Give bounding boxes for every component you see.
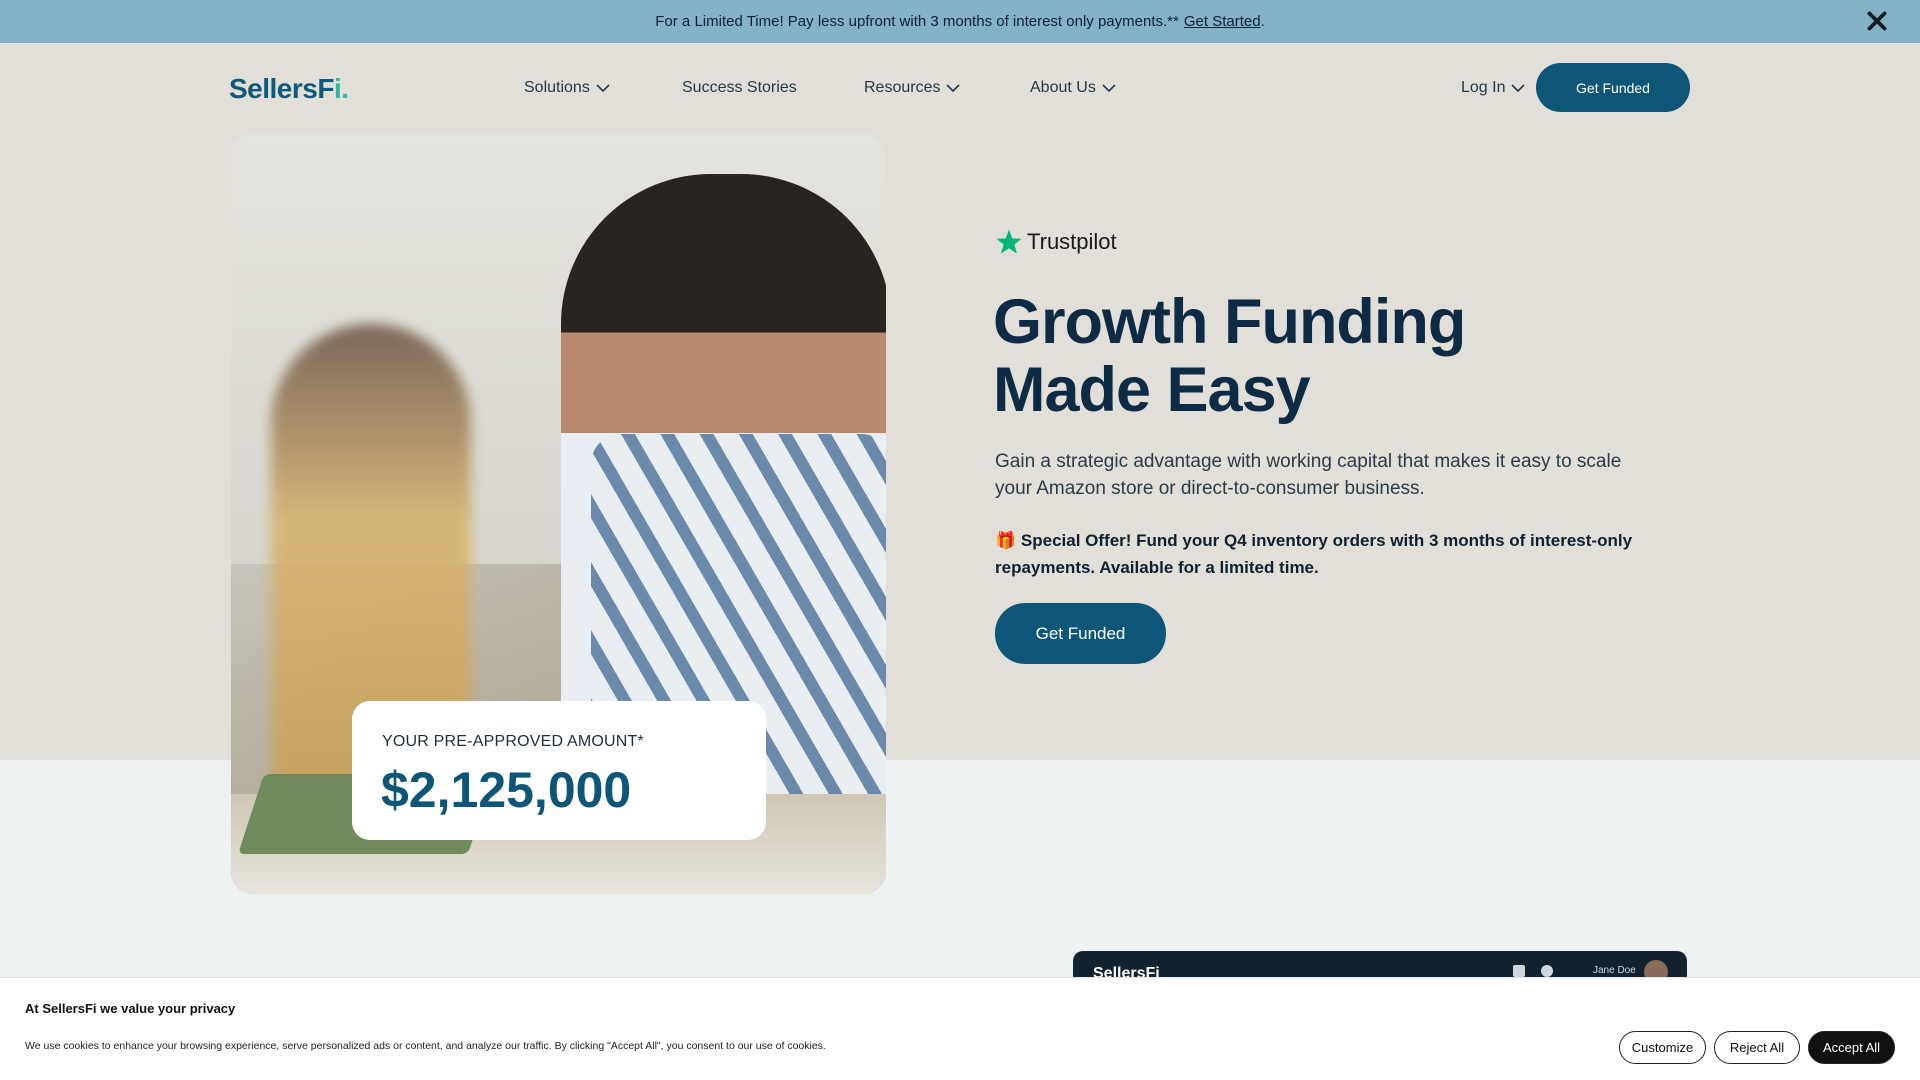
- main-nav: SellersFi. Solutions Success Stories Res…: [0, 43, 1920, 133]
- chevron-down-icon: [1102, 84, 1116, 93]
- app-preview-toolbar: [1513, 965, 1553, 977]
- nav-get-funded-button[interactable]: Get Funded: [1536, 63, 1690, 112]
- trustpilot-label: Trustpilot: [1027, 229, 1117, 254]
- nav-item-resources[interactable]: Resources: [864, 79, 961, 97]
- logo-accent: i.: [333, 73, 349, 104]
- hero-title-line-2: Made Easy: [993, 355, 1311, 425]
- star-icon: [996, 229, 1022, 254]
- nav-item-label: Success Stories: [682, 79, 797, 96]
- chevron-down-icon: [1511, 84, 1526, 93]
- promo-suffix: .: [1260, 13, 1265, 30]
- pre-approved-card: YOUR PRE-APPROVED AMOUNT* $2,125,000: [352, 701, 766, 840]
- promo-get-started-link[interactable]: Get Started: [1184, 13, 1261, 30]
- logo-text: SellersF: [229, 73, 334, 104]
- promo-banner: For a Limited Time! Pay less upfront wit…: [0, 0, 1920, 43]
- hero-title: Growth Funding Made Easy: [993, 287, 1466, 425]
- chevron-down-icon: [596, 84, 610, 93]
- login-menu[interactable]: Log In: [1461, 79, 1526, 97]
- nav-item-label: Solutions: [524, 79, 590, 96]
- cookie-title: At SellersFi we value your privacy: [25, 1001, 236, 1016]
- pre-approved-label: YOUR PRE-APPROVED AMOUNT*: [382, 733, 644, 750]
- help-icon: [1541, 965, 1553, 977]
- nav-item-success-stories[interactable]: Success Stories: [682, 79, 797, 97]
- cookie-customize-button[interactable]: Customize: [1619, 1031, 1706, 1064]
- pre-approved-amount: $2,125,000: [381, 762, 632, 818]
- hero-subtitle: Gain a strategic advantage with working …: [995, 451, 1622, 499]
- nav-item-label: Resources: [864, 79, 941, 96]
- cookie-accept-all-button[interactable]: Accept All: [1808, 1031, 1895, 1064]
- video-icon: [1513, 965, 1525, 977]
- cookie-reject-all-button[interactable]: Reject All: [1714, 1031, 1800, 1064]
- nav-item-about-us[interactable]: About Us: [1030, 79, 1116, 97]
- nav-item-solutions[interactable]: Solutions: [524, 79, 610, 97]
- promo-text: For a Limited Time! Pay less upfront wit…: [655, 13, 1179, 30]
- nav-item-label: About Us: [1030, 79, 1096, 96]
- app-preview-user: Jane Doe: [1593, 965, 1636, 976]
- trustpilot-logo[interactable]: Trustpilot: [995, 228, 1117, 256]
- cookie-text: We use cookies to enhance your browsing …: [25, 1040, 826, 1052]
- chevron-down-icon: [946, 84, 961, 93]
- login-label: Log In: [1461, 79, 1506, 96]
- special-offer-text: 🎁 Special Offer! Fund your Q4 inventory …: [995, 531, 1633, 577]
- hero-title-line-1: Growth Funding: [993, 287, 1466, 357]
- close-icon[interactable]: [1864, 8, 1890, 34]
- cookie-banner: At SellersFi we value your privacy We us…: [0, 977, 1920, 1080]
- hero-get-funded-button[interactable]: Get Funded: [995, 603, 1166, 664]
- sellersfi-logo[interactable]: SellersFi.: [229, 73, 349, 105]
